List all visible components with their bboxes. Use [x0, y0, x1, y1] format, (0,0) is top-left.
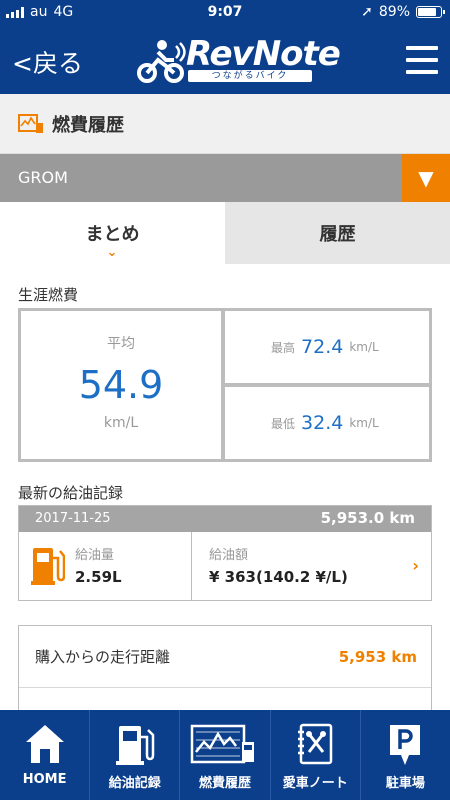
chevron-right-icon: ›: [412, 556, 419, 575]
tabbar-parking[interactable]: 駐車場: [361, 710, 450, 800]
tabbar-parking-label: 駐車場: [385, 776, 425, 791]
tab-summary-label: まとめ: [85, 224, 140, 245]
chevron-down-icon: ⌄: [106, 245, 118, 260]
tabbar-fuel-history[interactable]: 燃費履歴: [180, 710, 271, 800]
fuel-amount-label: 給油量: [75, 548, 115, 563]
recent-refuel-card[interactable]: 2017-11-25 5,953.0 km 給油量 2.59L 給油額 ¥ 36…: [18, 505, 432, 601]
tab-summary[interactable]: まとめ ⌄: [0, 202, 225, 264]
location-icon: ➚: [361, 4, 373, 20]
tab-history[interactable]: 履歴: [225, 202, 450, 264]
parking-icon: [390, 725, 421, 765]
tab-bar: まとめ ⌄ 履歴: [0, 202, 450, 264]
logo-subtitle: つながるバイク: [188, 70, 312, 82]
recent-refuel-header: 2017-11-25 5,953.0 km: [19, 506, 431, 532]
lifetime-section-title: 生涯燃費: [18, 286, 79, 304]
tabbar-bike-notes[interactable]: 愛車ノート: [271, 710, 361, 800]
max-unit: km/L: [349, 340, 379, 354]
tabbar-fuel-log[interactable]: 給油記録: [90, 710, 181, 800]
fuel-cost-label: 給油額: [209, 548, 249, 563]
max-label: 最高: [271, 340, 296, 355]
distance-label: 購入からの走行距離: [35, 648, 171, 666]
bike-selector[interactable]: GROM ▼: [0, 154, 450, 202]
distance-value: 5,953 km: [338, 647, 417, 666]
average-label: 平均: [107, 336, 135, 352]
fuel-chart-icon: [190, 724, 254, 764]
page-title-bar: 燃費履歴: [0, 94, 450, 154]
status-bar: au 4G 9:07 ➚ 89%: [0, 0, 450, 26]
tabbar-home[interactable]: HOME: [0, 710, 91, 800]
fuel-chart-icon: [18, 113, 43, 133]
page-title: 燃費履歴: [52, 114, 124, 136]
average-cell: 平均 54.9 km/L: [21, 311, 221, 459]
fuel-pump-icon: [115, 726, 155, 765]
fuel-pump-icon: [31, 548, 65, 585]
fuel-amount-value: 2.59L: [75, 568, 122, 586]
tabbar-fuel-history-label: 燃費履歴: [199, 776, 252, 791]
home-icon: [25, 725, 64, 763]
tab-history-label: 履歴: [319, 224, 356, 245]
average-unit: km/L: [103, 415, 139, 431]
distance-card: 購入からの走行距離 5,953 km: [18, 625, 432, 715]
nav-bar: <戻る RevNote つながるバイク: [0, 26, 450, 94]
tabbar-fuel-log-label: 給油記録: [108, 776, 161, 791]
dropdown-triangle-icon: ▼: [418, 166, 434, 190]
revnote-logo: RevNote つながるバイク: [136, 34, 341, 86]
min-cell: 最低 32.4 km/L: [225, 387, 429, 459]
refuel-date: 2017-11-25: [35, 511, 111, 526]
refuel-odometer: 5,953.0 km: [320, 509, 415, 527]
bike-selector-value: GROM: [18, 168, 68, 187]
hamburger-menu-icon[interactable]: [406, 46, 438, 74]
fuel-cost-value: ¥ 363(140.2 ¥/L): [209, 568, 348, 586]
min-label: 最低: [271, 416, 296, 431]
back-button[interactable]: <戻る: [12, 44, 83, 80]
max-value: 72.4: [301, 336, 344, 358]
tabbar-home-label: HOME: [22, 772, 67, 787]
average-value: 54.9: [78, 363, 164, 407]
notebook-tools-icon: [298, 723, 333, 765]
max-cell: 最高 72.4 km/L: [225, 311, 429, 383]
battery-icon: [416, 6, 445, 18]
logo-name: RevNote: [186, 34, 341, 74]
min-value: 32.4: [301, 412, 344, 434]
tabbar-bike-notes-label: 愛車ノート: [282, 776, 348, 791]
bottom-tab-bar: HOME 給油記録 燃費履歴 愛車ノート 駐車場: [0, 710, 450, 800]
dropdown-button[interactable]: ▼: [402, 154, 450, 202]
min-unit: km/L: [349, 416, 379, 430]
bike-rider-icon: [137, 40, 186, 83]
distance-row: 購入からの走行距離 5,953 km: [19, 626, 431, 688]
lifetime-fuel-panel: 平均 54.9 km/L 最高 72.4 km/L 最低 32.4 km/L: [18, 308, 432, 462]
recent-section-title: 最新の給油記録: [18, 484, 124, 502]
battery-percent: 89%: [378, 4, 410, 20]
